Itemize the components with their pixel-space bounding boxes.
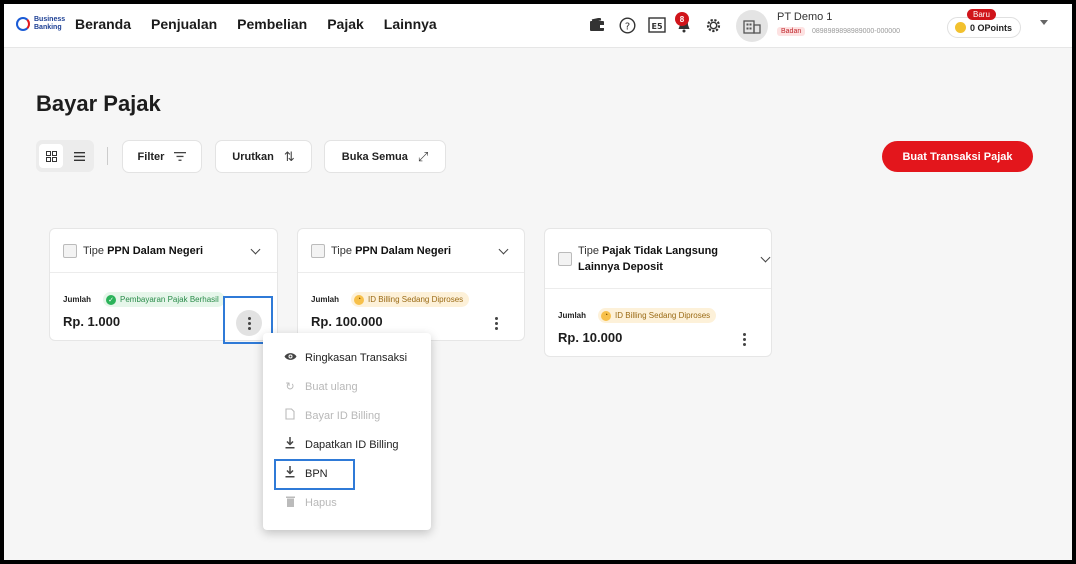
status-text: Pembayaran Pajak Berhasil: [120, 295, 219, 304]
menu-item-label: Dapatkan ID Billing: [305, 438, 399, 451]
card-checkbox[interactable]: [311, 244, 325, 258]
chevron-down-icon[interactable]: [250, 244, 261, 255]
card-title: Tipe PPN Dalam Negeri: [331, 243, 451, 259]
eye-icon: [283, 352, 297, 364]
wallet-icon[interactable]: [587, 15, 607, 35]
page-title: Bayar Pajak: [36, 91, 161, 116]
card-title-prefix: Tipe: [578, 245, 599, 257]
card-title-prefix: Tipe: [331, 245, 352, 257]
menu-item-delete[interactable]: Hapus: [263, 488, 431, 517]
grid-view-icon[interactable]: [39, 144, 63, 168]
svg-text:?: ?: [624, 21, 629, 32]
settings-gear-icon[interactable]: [703, 15, 723, 35]
list-view-icon[interactable]: [67, 144, 91, 168]
card-title-prefix: Tipe: [83, 245, 104, 257]
expand-icon: ⤢: [417, 148, 429, 164]
chevron-down-icon[interactable]: [760, 252, 771, 263]
logo-icon: [16, 17, 30, 31]
nav-penjualan[interactable]: Penjualan: [151, 16, 217, 32]
menu-item-pay-billing-id[interactable]: Bayar ID Billing: [263, 401, 431, 430]
help-icon[interactable]: ?: [617, 15, 637, 35]
card-title-type: PPN Dalam Negeri: [355, 245, 452, 257]
card-title-type: Pajak Tidak Langsung Lainnya Deposit: [578, 245, 719, 273]
account-dropdown-caret-icon[interactable]: [1040, 20, 1048, 25]
toolbar-divider: [107, 147, 108, 165]
expand-all-button[interactable]: Buka Semua ⤢: [324, 140, 446, 173]
create-tax-transaction-button[interactable]: Buat Transaksi Pajak: [882, 141, 1033, 172]
building-icon: [743, 20, 761, 34]
business-banking-logo[interactable]: Business Banking: [16, 16, 65, 32]
entity-type-badge: Badan: [777, 27, 806, 36]
card-title: Tipe PPN Dalam Negeri: [83, 243, 203, 259]
tax-card-2[interactable]: Tipe PPN Dalam Negeri Jumlah ◔ ID Billin…: [297, 228, 525, 341]
new-badge: Baru: [967, 9, 996, 20]
points-value: 0 OPoints: [970, 22, 1013, 33]
amount-label: Jumlah: [558, 311, 587, 320]
filter-label: Filter: [137, 150, 165, 163]
card-checkbox[interactable]: [558, 252, 572, 266]
notification-count-badge: 8: [675, 12, 689, 26]
amount-value: Rp. 1.000: [63, 314, 121, 329]
card-header[interactable]: Tipe Pajak Tidak Langsung Lainnya Deposi…: [545, 229, 771, 289]
document-icon: [283, 408, 297, 423]
status-text: ID Billing Sedang Diproses: [615, 311, 711, 320]
tax-invoice-icon[interactable]: E5: [647, 15, 667, 35]
amount-value: Rp. 100.000: [311, 314, 383, 329]
refresh-icon: ↻: [285, 381, 295, 393]
menu-item-label: Ringkasan Transaksi: [305, 351, 408, 364]
svg-text:E5: E5: [651, 22, 662, 31]
status-badge: ✓ Pembayaran Pajak Berhasil: [103, 292, 225, 307]
sort-label: Urutkan: [232, 150, 274, 163]
card-title-type: PPN Dalam Negeri: [107, 245, 204, 257]
filter-button[interactable]: Filter: [122, 140, 202, 173]
coin-icon: [955, 22, 966, 33]
nav-beranda[interactable]: Beranda: [75, 16, 131, 32]
main-nav: Beranda Penjualan Pembelian Pajak Lainny…: [75, 16, 437, 32]
amount-value: Rp. 10.000: [558, 330, 623, 345]
amount-label: Jumlah: [311, 295, 340, 304]
highlight-bpn: [274, 459, 355, 490]
company-name: PT Demo 1: [777, 11, 833, 23]
points-pill[interactable]: 0 OPoints: [947, 17, 1021, 38]
more-options-icon[interactable]: [731, 326, 757, 352]
status-badge: ◔ ID Billing Sedang Diproses: [598, 308, 717, 323]
card-title: Tipe Pajak Tidak Langsung Lainnya Deposi…: [578, 243, 738, 275]
company-avatar[interactable]: [736, 10, 768, 42]
trash-icon: [283, 496, 297, 510]
view-toggle: [36, 140, 94, 172]
card-header[interactable]: Tipe PPN Dalam Negeri: [298, 229, 524, 273]
npwp-number: 0898989898989000-000000: [812, 28, 900, 35]
menu-item-transaction-summary[interactable]: Ringkasan Transaksi: [263, 343, 431, 372]
nav-pembelian[interactable]: Pembelian: [237, 16, 307, 32]
menu-item-recreate[interactable]: ↻ Buat ulang: [263, 372, 431, 401]
nav-lainnya[interactable]: Lainnya: [384, 16, 437, 32]
menu-item-label: Buat ulang: [305, 380, 358, 393]
filter-icon: [174, 152, 187, 161]
card-context-menu: Ringkasan Transaksi ↻ Buat ulang Bayar I…: [263, 333, 431, 530]
menu-item-label: Bayar ID Billing: [305, 409, 381, 422]
status-text: ID Billing Sedang Diproses: [368, 295, 464, 304]
clock-icon: ◔: [601, 310, 611, 321]
more-options-icon[interactable]: [483, 310, 509, 336]
card-header[interactable]: Tipe PPN Dalam Negeri: [50, 229, 277, 273]
chevron-down-icon[interactable]: [498, 244, 509, 255]
tax-card-3[interactable]: Tipe Pajak Tidak Langsung Lainnya Deposi…: [544, 228, 772, 357]
menu-item-get-billing-id[interactable]: Dapatkan ID Billing: [263, 430, 431, 459]
logo-text-line1: Business: [34, 16, 66, 23]
sort-arrows-icon: ⇅: [283, 148, 295, 164]
expand-all-label: Buka Semua: [341, 150, 408, 163]
nav-pajak[interactable]: Pajak: [327, 16, 364, 32]
download-icon: [283, 437, 297, 452]
logo-text-line2: Banking: [34, 24, 62, 31]
clock-icon: ◔: [354, 294, 364, 305]
card-checkbox[interactable]: [63, 244, 77, 258]
app-window: Business Banking Beranda Penjualan Pembe…: [4, 4, 1072, 560]
amount-label: Jumlah: [63, 295, 92, 304]
sort-button[interactable]: Urutkan ⇅: [215, 140, 312, 173]
status-badge: ◔ ID Billing Sedang Diproses: [351, 292, 470, 307]
menu-item-label: Hapus: [305, 496, 337, 509]
check-circle-icon: ✓: [106, 294, 116, 305]
top-navbar: Business Banking Beranda Penjualan Pembe…: [4, 4, 1072, 48]
